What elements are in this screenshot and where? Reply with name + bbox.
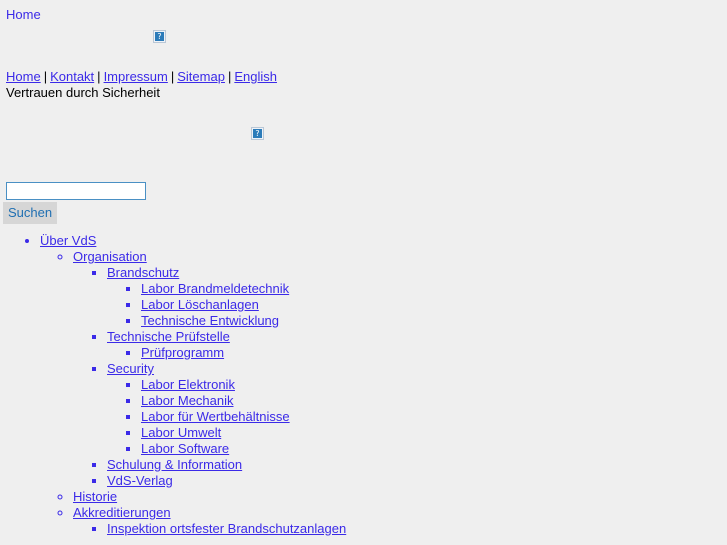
meta-nav-item-kontakt[interactable]: Kontakt bbox=[50, 69, 94, 84]
nav-item-schulung-information[interactable]: Schulung & Information bbox=[107, 457, 242, 472]
list-item: Labor Umwelt bbox=[141, 425, 727, 441]
nav-item-organisation[interactable]: Organisation bbox=[73, 249, 147, 264]
meta-nav-separator: | bbox=[170, 69, 175, 84]
site-tagline: Vertrauen durch Sicherheit bbox=[6, 85, 160, 100]
list-item: Technische Prüfstelle Prüfprogramm bbox=[107, 329, 727, 361]
header-banner-broken-image-icon: ? bbox=[153, 30, 166, 43]
nav-item-ueber-vds[interactable]: Über VdS bbox=[40, 233, 96, 248]
nav-item-technische-pruefstelle[interactable]: Technische Prüfstelle bbox=[107, 329, 230, 344]
broken-image-glyph: ? bbox=[253, 129, 262, 138]
list-item: Labor für Wertbehältnisse bbox=[141, 409, 727, 425]
list-item: Brandschutz Labor Brandmeldetechnik Labo… bbox=[107, 265, 727, 329]
meta-nav-separator: | bbox=[43, 69, 48, 84]
search-input[interactable] bbox=[6, 182, 146, 200]
list-item: Akkreditierungen Inspektion ortsfester B… bbox=[73, 505, 727, 537]
nav-level-3: Brandschutz Labor Brandmeldetechnik Labo… bbox=[73, 265, 727, 489]
nav-item-labor-umwelt[interactable]: Labor Umwelt bbox=[141, 425, 221, 440]
nav-item-labor-loeschanlagen[interactable]: Labor Löschanlagen bbox=[141, 297, 259, 312]
main-navigation-tree: Über VdS Organisation Brandschutz Labor … bbox=[0, 233, 727, 537]
nav-item-labor-fuer-wertbehaeltnisse[interactable]: Labor für Wertbehältnisse bbox=[141, 409, 290, 424]
nav-item-labor-software[interactable]: Labor Software bbox=[141, 441, 229, 456]
list-item: Historie bbox=[73, 489, 727, 505]
nav-item-labor-mechanik[interactable]: Labor Mechanik bbox=[141, 393, 234, 408]
list-item: Labor Elektronik bbox=[141, 377, 727, 393]
nav-item-vds-verlag[interactable]: VdS-Verlag bbox=[107, 473, 173, 488]
meta-nav-separator: | bbox=[227, 69, 232, 84]
nav-item-pruefprogramm[interactable]: Prüfprogramm bbox=[141, 345, 224, 360]
nav-item-labor-elektronik[interactable]: Labor Elektronik bbox=[141, 377, 235, 392]
list-item: Schulung & Information bbox=[107, 457, 727, 473]
nav-level-1: Über VdS Organisation Brandschutz Labor … bbox=[0, 233, 727, 537]
nav-level-4: Prüfprogramm bbox=[107, 345, 727, 361]
search-submit-button[interactable]: Suchen bbox=[3, 202, 57, 224]
list-item: Prüfprogramm bbox=[141, 345, 727, 361]
list-item: Labor Mechanik bbox=[141, 393, 727, 409]
top-home-link[interactable]: Home bbox=[6, 7, 41, 22]
page-root: Home ? Home | Kontakt | Impressum | Sitemap | En… bbox=[0, 0, 727, 545]
nav-item-technische-entwicklung[interactable]: Technische Entwicklung bbox=[141, 313, 279, 328]
list-item: Labor Löschanlagen bbox=[141, 297, 727, 313]
nav-item-security[interactable]: Security bbox=[107, 361, 154, 376]
meta-nav-item-english[interactable]: English bbox=[234, 69, 277, 84]
list-item: Security Labor Elektronik Labor Mechanik… bbox=[107, 361, 727, 457]
meta-navigation: Home | Kontakt | Impressum | Sitemap | English bbox=[6, 69, 277, 84]
nav-item-labor-brandmeldetechnik[interactable]: Labor Brandmeldetechnik bbox=[141, 281, 289, 296]
list-item: Organisation Brandschutz Labor Brandmeld… bbox=[73, 249, 727, 489]
meta-nav-item-impressum[interactable]: Impressum bbox=[104, 69, 168, 84]
meta-nav-separator: | bbox=[97, 69, 101, 84]
nav-level-4: Labor Brandmeldetechnik Labor Löschanlag… bbox=[107, 281, 727, 329]
meta-nav-item-sitemap[interactable]: Sitemap bbox=[177, 69, 225, 84]
nav-level-4: Labor Elektronik Labor Mechanik Labor fü… bbox=[107, 377, 727, 457]
nav-item-historie[interactable]: Historie bbox=[73, 489, 117, 504]
broken-image-glyph: ? bbox=[155, 32, 164, 41]
nav-item-inspektion-ortsfester-brandschutzanlagen[interactable]: Inspektion ortsfester Brandschutzanlagen bbox=[107, 521, 346, 536]
nav-level-2: Organisation Brandschutz Labor Brandmeld… bbox=[40, 249, 727, 537]
list-item: Inspektion ortsfester Brandschutzanlagen bbox=[107, 521, 727, 537]
list-item: VdS-Verlag bbox=[107, 473, 727, 489]
list-item: Technische Entwicklung bbox=[141, 313, 727, 329]
nav-item-brandschutz[interactable]: Brandschutz bbox=[107, 265, 179, 280]
meta-nav-item-home[interactable]: Home bbox=[6, 69, 41, 84]
nav-level-3: Inspektion ortsfester Brandschutzanlagen bbox=[73, 521, 727, 537]
secondary-banner-broken-image-icon: ? bbox=[251, 127, 264, 140]
list-item: Labor Software bbox=[141, 441, 727, 457]
list-item: Über VdS Organisation Brandschutz Labor … bbox=[40, 233, 727, 537]
list-item: Labor Brandmeldetechnik bbox=[141, 281, 727, 297]
nav-item-akkreditierungen[interactable]: Akkreditierungen bbox=[73, 505, 171, 520]
